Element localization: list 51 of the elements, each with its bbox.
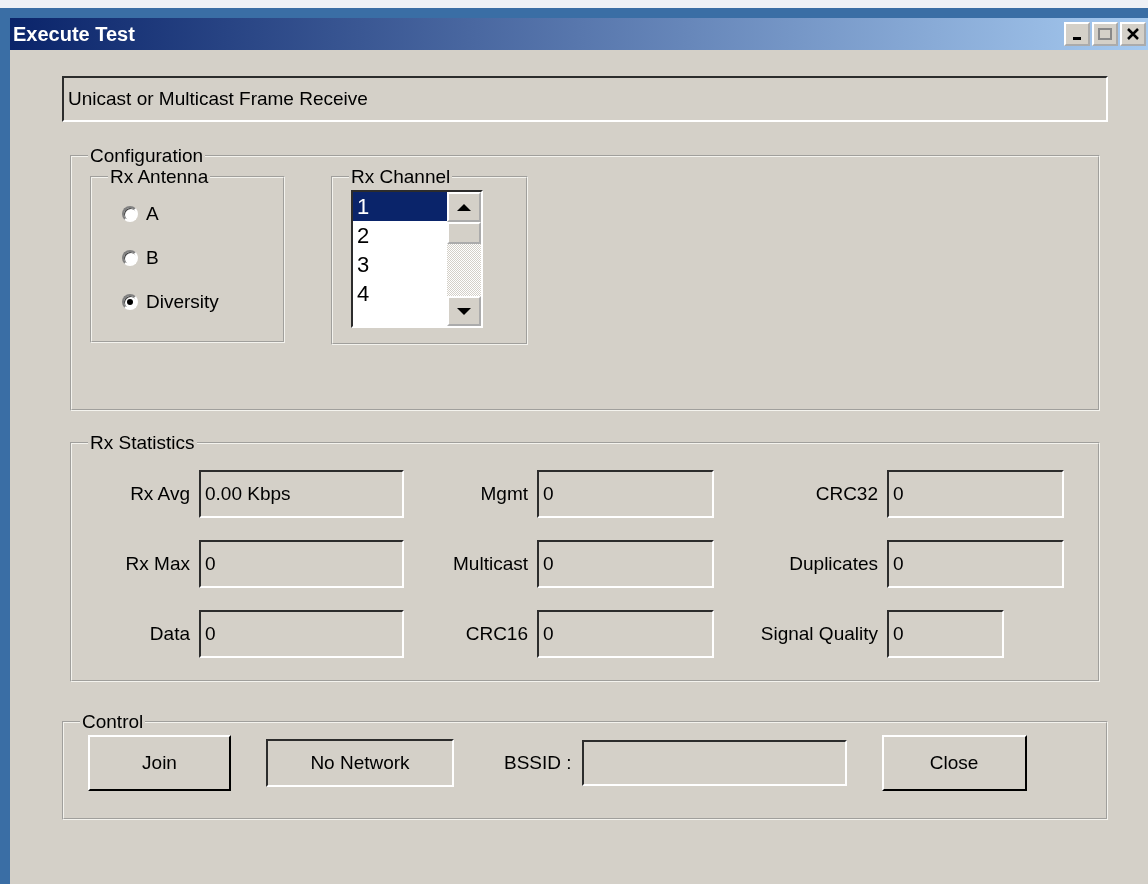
field-label: Mgmt — [479, 481, 528, 506]
bssid-label: BSSID : — [504, 750, 572, 775]
radio-label[interactable]: B — [146, 243, 159, 273]
scrollbar[interactable] — [447, 192, 481, 326]
window-title: Execute Test — [13, 22, 135, 47]
stat-value-field: 0 — [537, 610, 714, 658]
close-button[interactable]: Close — [881, 735, 1027, 791]
network-status: No Network — [266, 739, 454, 787]
stat-value-field: 0 — [537, 470, 714, 518]
minimize-button[interactable] — [1064, 22, 1090, 46]
stat-value-field: 0 — [199, 540, 404, 588]
field-label: Multicast — [452, 551, 528, 576]
radio-label[interactable]: A — [146, 199, 159, 229]
radio-label[interactable]: Diversity — [146, 287, 219, 317]
field-label: Signal Quality — [759, 621, 878, 646]
close-icon — [1127, 28, 1139, 40]
scrollbar-thumb[interactable] — [447, 222, 481, 244]
field-label: Rx Max — [124, 551, 190, 576]
field-label: Duplicates — [788, 551, 878, 576]
join-button[interactable]: Join — [88, 735, 231, 791]
field-label: CRC16 — [464, 621, 528, 646]
field-label: Rx Avg — [129, 481, 190, 506]
stat-value-field: 0 — [887, 610, 1004, 658]
list-item[interactable]: 3 — [353, 250, 447, 279]
list-item[interactable]: 1 — [353, 192, 447, 221]
radio-button[interactable] — [122, 294, 138, 310]
stat-value-field: 0 — [199, 610, 404, 658]
stat-value-field: 0.00 Kbps — [199, 470, 404, 518]
list-item[interactable]: 4 — [353, 279, 447, 308]
minimize-icon — [1073, 36, 1081, 40]
up-arrow-icon — [457, 203, 471, 211]
group-title: Rx Antenna — [109, 167, 210, 186]
scroll-down-button[interactable] — [447, 296, 481, 326]
scroll-up-button[interactable] — [447, 192, 481, 222]
field-label: CRC32 — [814, 481, 878, 506]
close-button[interactable] — [1120, 22, 1146, 46]
maximize-icon — [1098, 28, 1112, 40]
down-arrow-icon — [457, 307, 471, 315]
radio-button[interactable] — [122, 250, 138, 266]
stat-value-field: 0 — [887, 540, 1064, 588]
stat-value-field: 0 — [537, 540, 714, 588]
description-field: Unicast or Multicast Frame Receive — [62, 76, 1108, 122]
group-title: Configuration — [89, 146, 205, 165]
list-item[interactable]: 2 — [353, 221, 447, 250]
group-title: Rx Channel — [350, 167, 452, 186]
field-label: Data — [148, 621, 190, 646]
group-title: Rx Statistics — [89, 433, 196, 452]
stat-value-field: 0 — [887, 470, 1064, 518]
channel-list[interactable]: 1 2 3 4 — [351, 190, 483, 328]
group-title: Control — [81, 712, 145, 731]
radio-button[interactable] — [122, 206, 138, 222]
